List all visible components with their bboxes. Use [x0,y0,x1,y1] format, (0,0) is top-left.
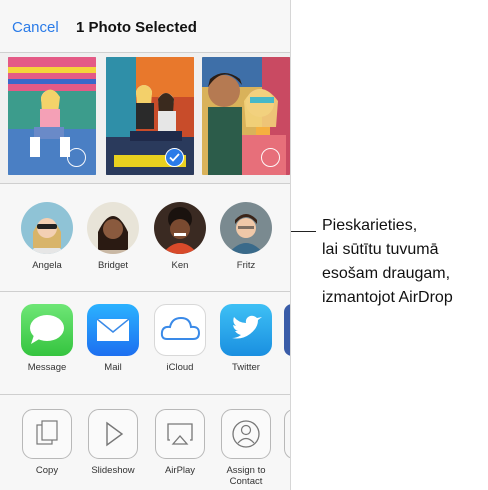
photo-thumbnail[interactable] [106,57,194,175]
share-icloud-button[interactable]: iCloud [147,304,213,373]
callout-leader-line [291,231,316,232]
airdrop-person-bridget[interactable]: Bridget [80,202,146,271]
avatar [21,202,73,254]
callout-line-4: izmantojot AirDrop [322,289,453,306]
callout-line-1: Pieskarieties, [322,217,418,234]
slideshow-button[interactable]: Slideshow [80,409,146,476]
photo-thumbnail[interactable] [8,57,96,175]
app-label: Mail [104,362,122,373]
share-mail-button[interactable]: Mail [80,304,146,373]
airdrop-person-fritz[interactable]: Fritz [213,202,279,271]
page-title: 1 Photo Selected [76,19,197,36]
airdrop-person-ken[interactable]: Ken [147,202,213,271]
copy-button[interactable]: Copy [14,409,80,476]
selection-checkmark[interactable] [261,148,280,167]
callout-line-2: lai sūtītu tuvumā [322,241,439,258]
copy-icon [22,409,72,459]
avatar [220,202,272,254]
person-name: Angela [32,260,62,271]
share-twitter-button[interactable]: Twitter [213,304,279,373]
avatar [87,202,139,254]
airdrop-people-row: Angela Bridget Ken Fritz [0,184,290,292]
twitter-icon [220,304,272,356]
mail-icon [87,304,139,356]
icloud-icon [154,304,206,356]
message-icon [21,304,73,356]
action-label: Copy [35,465,59,476]
assign-to-contact-button[interactable]: Assign to Contact [213,409,279,487]
selection-checkmark[interactable] [67,148,86,167]
airdrop-callout: Pieskarieties, lai sūtītu tuvumā esošam … [322,214,453,310]
app-label: Twitter [232,362,260,373]
contact-icon [221,409,271,459]
play-icon [88,409,138,459]
action-label: Slideshow [91,465,135,476]
airplay-button[interactable]: AirPlay [147,409,213,476]
airplay-icon [155,409,205,459]
person-name: Bridget [97,260,129,271]
app-label: Message [27,362,67,373]
actions-row: Copy Slideshow AirPlay Assign to Contact [0,395,290,490]
person-name: Fritz [236,260,256,271]
navigation-bar: Cancel 1 Photo Selected [0,0,290,53]
action-label: AirPlay [164,465,196,476]
person-name: Ken [171,260,189,271]
more-apps-peek[interactable] [284,304,290,356]
photo-thumbnail[interactable] [202,57,290,175]
app-label: iCloud [166,362,194,373]
callout-line-3: esošam draugam, [322,265,451,282]
avatar [154,202,206,254]
more-actions-peek[interactable] [284,409,290,459]
share-sheet: Cancel 1 Photo Selected Angela Bridget K… [0,0,291,490]
selection-checkmark[interactable] [165,148,184,167]
share-apps-row: Message Mail iCloud Twitter [0,292,290,395]
action-label: Assign to Contact [226,465,266,487]
photo-strip[interactable] [0,53,290,184]
cancel-button[interactable]: Cancel [12,19,59,36]
airdrop-person-angela[interactable]: Angela [14,202,80,271]
share-message-button[interactable]: Message [14,304,80,373]
